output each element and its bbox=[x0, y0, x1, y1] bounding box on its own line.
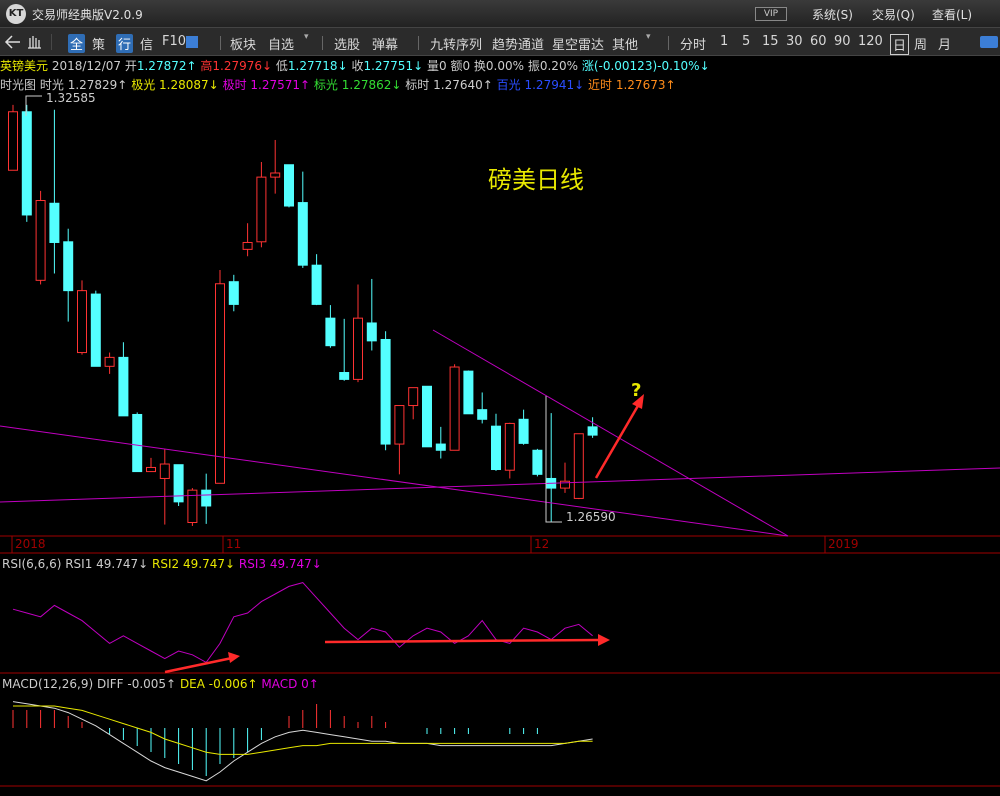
candle-body bbox=[21, 111, 32, 216]
candle-body bbox=[491, 425, 501, 471]
date-label-12: 12 bbox=[534, 537, 550, 551]
date-label-2018: 2018 bbox=[15, 537, 46, 551]
candle-body bbox=[573, 433, 584, 499]
candle-body bbox=[159, 463, 170, 479]
candle-body bbox=[422, 385, 432, 448]
date-label-11: 11 bbox=[226, 537, 242, 551]
candle-body bbox=[587, 426, 598, 436]
candle-body bbox=[297, 202, 308, 266]
trendline-support bbox=[0, 467, 1000, 503]
date-label-2019: 2019 bbox=[828, 537, 859, 551]
high-price-label: 1.32585 bbox=[46, 91, 96, 105]
rsi-arrow-1-head bbox=[228, 652, 240, 663]
rsi-arrow-1 bbox=[164, 656, 233, 674]
candle-body bbox=[311, 264, 322, 305]
candle-body bbox=[146, 466, 156, 473]
candle-body bbox=[504, 422, 515, 471]
candle-body bbox=[242, 241, 253, 250]
rsi-line bbox=[12, 582, 593, 664]
candle-body bbox=[477, 409, 488, 420]
candle-body bbox=[394, 405, 405, 445]
candle-body bbox=[8, 111, 18, 171]
rsi2-value: RSI2 49.747↓ bbox=[152, 557, 236, 571]
candle-body bbox=[49, 202, 60, 243]
rsi-arrow-2 bbox=[324, 638, 601, 644]
candle-body bbox=[77, 290, 87, 354]
low-price-label: 1.26590 bbox=[566, 510, 616, 524]
macd-title: MACD(12,26,9) bbox=[2, 677, 94, 691]
candle-body bbox=[90, 293, 101, 367]
question-mark: ? bbox=[631, 380, 642, 401]
rsi-title: RSI(6,6,6) bbox=[2, 557, 62, 571]
rsi3-value: RSI3 49.747↓ bbox=[238, 557, 322, 571]
candle-body bbox=[63, 241, 74, 292]
candle-body bbox=[201, 489, 212, 507]
candle-body bbox=[228, 281, 239, 305]
candle-body bbox=[532, 449, 543, 475]
candle-body bbox=[325, 317, 336, 347]
trendline-upper bbox=[432, 329, 789, 537]
rsi-legend: RSI(6,6,6) RSI1 49.747↓ RSI2 49.747↓ RSI… bbox=[2, 557, 322, 571]
macd-value: MACD 0↑ bbox=[261, 677, 319, 691]
chart-title: 磅美日线 bbox=[488, 166, 584, 194]
macd-legend: MACD(12,26,9) DIFF -0.005↑ DEA -0.006↑ M… bbox=[2, 677, 319, 691]
candle-body bbox=[463, 370, 474, 415]
candle-body bbox=[366, 322, 377, 342]
candle-body bbox=[353, 317, 363, 380]
macd-histogram bbox=[12, 704, 538, 776]
candle-body bbox=[270, 172, 281, 178]
candle-body bbox=[380, 338, 391, 445]
candle-body bbox=[435, 443, 446, 451]
candle-body bbox=[408, 387, 419, 407]
candle-body bbox=[132, 413, 143, 473]
candle-body bbox=[256, 176, 267, 243]
candle-body bbox=[118, 356, 129, 417]
candle-body bbox=[35, 200, 46, 281]
dea-value: DEA -0.006↑ bbox=[179, 677, 258, 691]
candle-body bbox=[215, 283, 225, 484]
breakout-arrow bbox=[594, 403, 641, 479]
trendline-lower bbox=[0, 425, 789, 537]
candle-body bbox=[449, 366, 460, 451]
candle-body bbox=[518, 418, 529, 444]
candle-body bbox=[104, 356, 115, 367]
candle-body bbox=[284, 164, 294, 207]
rsi-arrow-2-head bbox=[598, 634, 610, 646]
candle-body bbox=[339, 372, 350, 380]
diff-value: DIFF -0.005↑ bbox=[96, 677, 177, 691]
rsi1-value: RSI1 49.747↓ bbox=[65, 557, 149, 571]
